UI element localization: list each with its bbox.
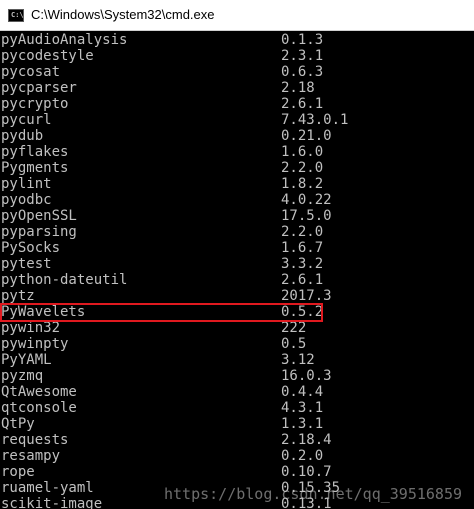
- package-version: 3.12: [281, 352, 315, 368]
- package-row: pycrypto 2.6.1: [0, 96, 474, 112]
- package-name: scikit-image: [1, 496, 103, 509]
- window-titlebar[interactable]: C:\ C:\Windows\System32\cmd.exe: [0, 0, 474, 31]
- package-name: pytest: [1, 256, 52, 272]
- package-row: Pygments 2.2.0: [0, 160, 474, 176]
- package-version: 1.6.0: [281, 144, 324, 160]
- package-row: pyflakes 1.6.0: [0, 144, 474, 160]
- package-name: ruamel-yaml: [1, 480, 94, 496]
- package-version: 4.3.1: [281, 400, 324, 416]
- package-version: 1.6.7: [281, 240, 324, 256]
- package-version: 0.1.3: [281, 32, 324, 48]
- package-row: PySocks 1.6.7: [0, 240, 474, 256]
- window-title: C:\Windows\System32\cmd.exe: [31, 7, 215, 22]
- package-row: pytest 3.3.2: [0, 256, 474, 272]
- package-row: pywinpty 0.5: [0, 336, 474, 352]
- package-row: python-dateutil 2.6.1: [0, 272, 474, 288]
- package-row: pyOpenSSL 17.5.0: [0, 208, 474, 224]
- package-name: rope: [1, 464, 35, 480]
- console-output[interactable]: pyAudioAnalysis 0.1.3 pycodestyle 2.3.1 pyco…: [0, 31, 474, 509]
- package-row: pytz 2017.3: [0, 288, 474, 304]
- package-version: 7.43.0.1: [281, 112, 349, 128]
- package-row: QtAwesome 0.4.4: [0, 384, 474, 400]
- package-row: resampy 0.2.0: [0, 448, 474, 464]
- package-name: qtconsole: [1, 400, 77, 416]
- package-version: 2.6.1: [281, 96, 324, 112]
- package-name: PySocks: [1, 240, 61, 256]
- package-version: 222: [281, 320, 307, 336]
- package-name: python-dateutil: [1, 272, 128, 288]
- watermark-text: https://blog.csdn.net/qq_39516859: [163, 485, 462, 503]
- package-name: pyflakes: [1, 144, 69, 160]
- package-name: QtAwesome: [1, 384, 77, 400]
- package-version: 3.3.2: [281, 256, 324, 272]
- package-row: PyWavelets 0.5.2: [0, 304, 474, 320]
- package-version: 17.5.0: [281, 208, 332, 224]
- package-name: PyWavelets: [1, 304, 86, 320]
- package-name: pycosat: [1, 64, 61, 80]
- package-name: pycrypto: [1, 96, 69, 112]
- package-row: pylint 1.8.2: [0, 176, 474, 192]
- package-name: pywinpty: [1, 336, 69, 352]
- package-row: qtconsole 4.3.1: [0, 400, 474, 416]
- package-row: pycurl 7.43.0.1: [0, 112, 474, 128]
- package-version: 1.8.2: [281, 176, 324, 192]
- package-version: 0.6.3: [281, 64, 324, 80]
- package-version: 0.5: [281, 336, 307, 352]
- package-row: pydub 0.21.0: [0, 128, 474, 144]
- package-row: QtPy 1.3.1: [0, 416, 474, 432]
- package-version: 2017.3: [281, 288, 332, 304]
- package-name: pycparser: [1, 80, 77, 96]
- package-version: 4.0.22: [281, 192, 332, 208]
- package-name: pywin32: [1, 320, 61, 336]
- package-version: 0.21.0: [281, 128, 332, 144]
- package-name: pyodbc: [1, 192, 52, 208]
- package-row: PyYAML 3.12: [0, 352, 474, 368]
- package-version: 2.2.0: [281, 224, 324, 240]
- package-version: 0.2.0: [281, 448, 324, 464]
- package-row: pycparser 2.18: [0, 80, 474, 96]
- package-version: 0.4.4: [281, 384, 324, 400]
- package-name: PyYAML: [1, 352, 52, 368]
- package-name: pydub: [1, 128, 44, 144]
- package-row: pyzmq 16.0.3: [0, 368, 474, 384]
- package-name: pylint: [1, 176, 52, 192]
- package-version: 0.5.2: [281, 304, 324, 320]
- package-row: pywin32 222: [0, 320, 474, 336]
- package-name: pyAudioAnalysis: [1, 32, 128, 48]
- package-version: 0.10.7: [281, 464, 332, 480]
- package-version: 2.2.0: [281, 160, 324, 176]
- package-row: pycodestyle 2.3.1: [0, 48, 474, 64]
- package-name: Pygments: [1, 160, 69, 176]
- package-name: pycodestyle: [1, 48, 94, 64]
- package-name: QtPy: [1, 416, 35, 432]
- package-name: pyparsing: [1, 224, 77, 240]
- package-name: requests: [1, 432, 69, 448]
- package-row: pyparsing 2.2.0: [0, 224, 474, 240]
- package-row: requests 2.18.4: [0, 432, 474, 448]
- package-row: rope 0.10.7: [0, 464, 474, 480]
- package-name: resampy: [1, 448, 61, 464]
- cmd-icon: C:\: [8, 9, 24, 22]
- package-name: pytz: [1, 288, 35, 304]
- package-version: 2.18.4: [281, 432, 332, 448]
- package-name: pyOpenSSL: [1, 208, 77, 224]
- package-row: pyodbc 4.0.22: [0, 192, 474, 208]
- package-version: 2.18: [281, 80, 315, 96]
- package-row: pycosat 0.6.3: [0, 64, 474, 80]
- package-version: 1.3.1: [281, 416, 324, 432]
- package-name: pycurl: [1, 112, 52, 128]
- package-version: 2.6.1: [281, 272, 324, 288]
- package-row: pyAudioAnalysis 0.1.3: [0, 32, 474, 48]
- package-name: pyzmq: [1, 368, 44, 384]
- package-version: 16.0.3: [281, 368, 332, 384]
- package-version: 2.3.1: [281, 48, 324, 64]
